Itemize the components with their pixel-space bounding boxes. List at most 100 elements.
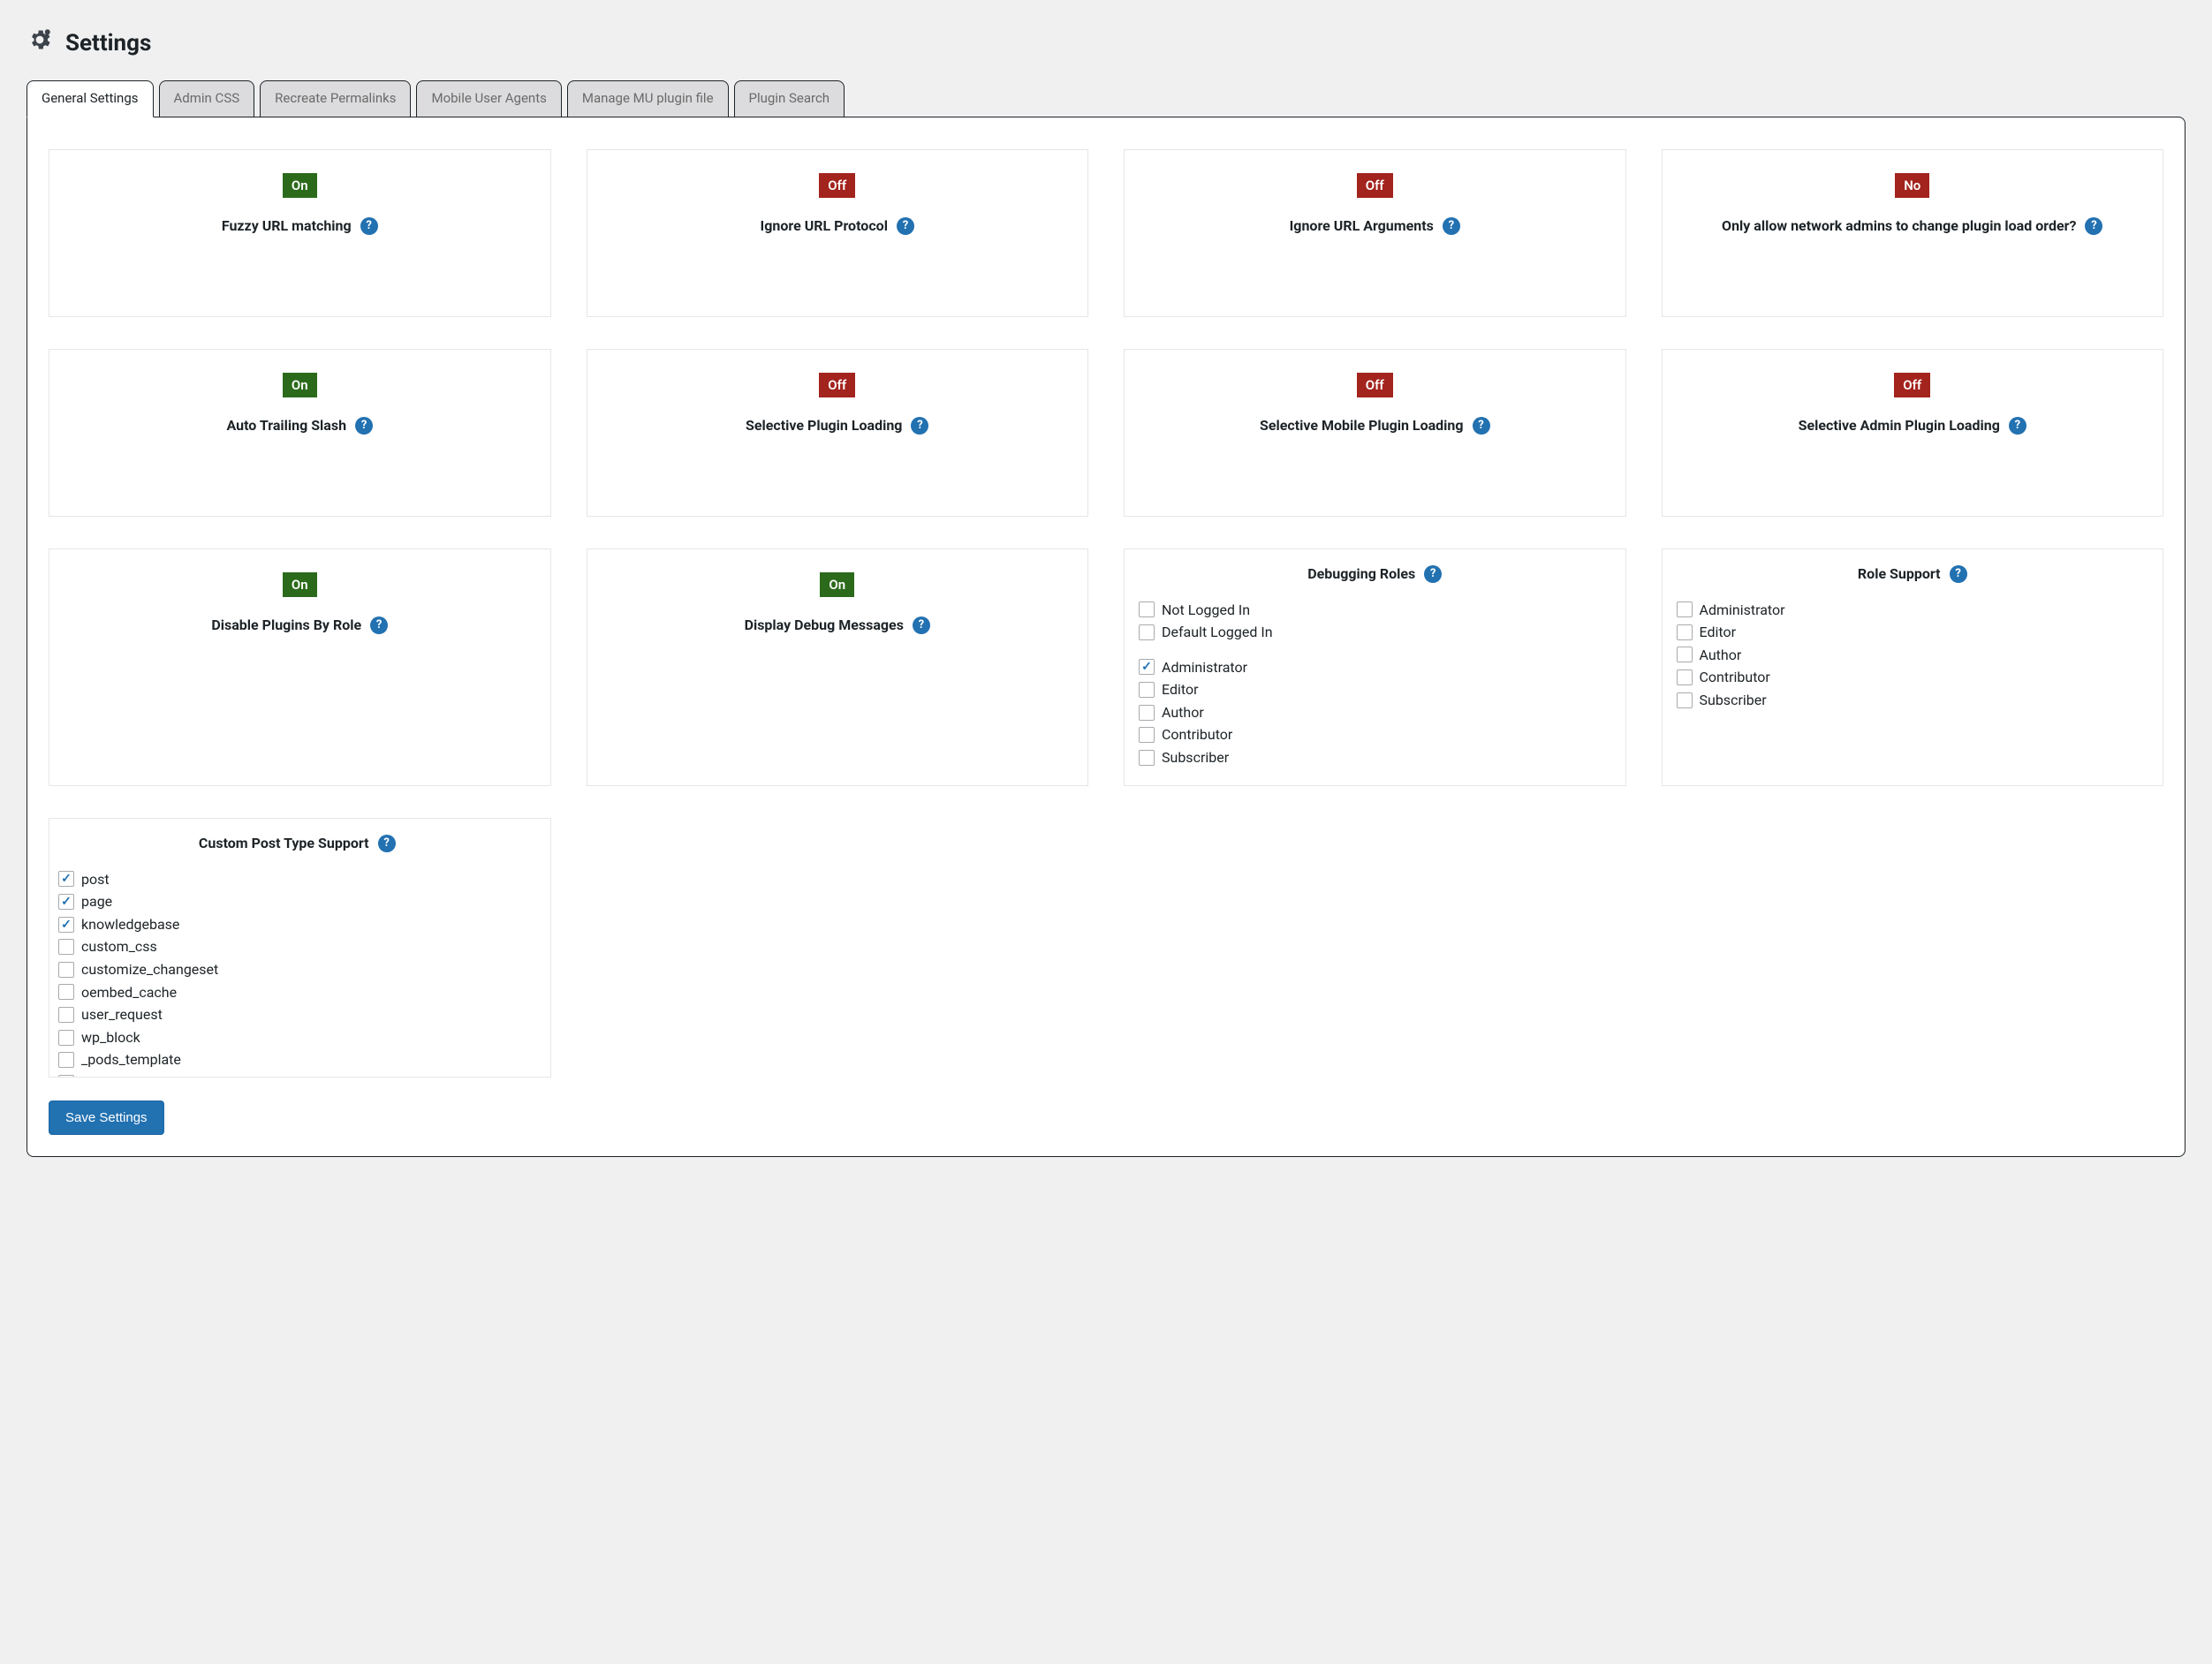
save-button[interactable]: Save Settings bbox=[49, 1101, 164, 1135]
checkbox[interactable] bbox=[1139, 705, 1155, 721]
checkbox[interactable] bbox=[58, 1030, 74, 1046]
toggle-card: On Fuzzy URL matching? bbox=[49, 149, 551, 317]
toggle-badge[interactable]: Off bbox=[1357, 173, 1393, 198]
toggle-badge[interactable]: No bbox=[1895, 173, 1929, 198]
tab-admin-css[interactable]: Admin CSS bbox=[159, 80, 255, 117]
list-item: Author bbox=[1139, 701, 1611, 724]
checkbox[interactable] bbox=[1677, 601, 1693, 617]
checkbox[interactable] bbox=[1139, 750, 1155, 766]
toggle-title: Ignore URL Arguments bbox=[1290, 217, 1434, 234]
page-title: Settings bbox=[65, 30, 151, 57]
tab-mobile-user-agents[interactable]: Mobile User Agents bbox=[416, 80, 561, 117]
list-item-label: nf_sub bbox=[81, 1071, 124, 1078]
toggle-title-row: Fuzzy URL matching? bbox=[65, 217, 534, 235]
list-item: Contributor bbox=[1139, 723, 1611, 746]
list-item: user_request bbox=[58, 1003, 536, 1026]
list-item: custom_css bbox=[58, 935, 536, 958]
help-icon[interactable]: ? bbox=[378, 835, 396, 852]
list-item: ✓post bbox=[58, 868, 536, 891]
checkbox[interactable] bbox=[1139, 727, 1155, 743]
card-title: Role Support bbox=[1858, 565, 1941, 582]
checkbox[interactable] bbox=[58, 1075, 74, 1078]
checkbox[interactable] bbox=[58, 939, 74, 955]
checkbox[interactable] bbox=[1139, 682, 1155, 698]
toggle-title: Display Debug Messages bbox=[745, 616, 904, 633]
toggle-title-row: Selective Mobile Plugin Loading? bbox=[1140, 417, 1610, 435]
help-icon[interactable]: ? bbox=[1473, 417, 1490, 435]
toggle-title: Only allow network admins to change plug… bbox=[1722, 217, 2076, 234]
card-title-row: Custom Post Type Support? bbox=[58, 835, 536, 852]
checkbox[interactable] bbox=[58, 962, 74, 978]
list-item: Default Logged In bbox=[1139, 621, 1611, 644]
list-item-label: _pods_template bbox=[81, 1048, 181, 1071]
help-icon[interactable]: ? bbox=[913, 616, 930, 634]
list-item-label: oembed_cache bbox=[81, 981, 177, 1004]
help-icon[interactable]: ? bbox=[1950, 565, 1967, 583]
list-item-label: Administrator bbox=[1700, 599, 1785, 622]
checkbox[interactable] bbox=[1677, 624, 1693, 640]
checkbox[interactable]: ✓ bbox=[58, 894, 74, 910]
toggle-badge[interactable]: Off bbox=[1894, 373, 1930, 397]
toggle-badge[interactable]: Off bbox=[1357, 373, 1393, 397]
help-icon[interactable]: ? bbox=[1443, 217, 1460, 235]
toggle-title-row: Display Debug Messages? bbox=[603, 616, 1072, 634]
card-title-row: Role Support? bbox=[1677, 565, 2149, 583]
list-item: ✓ knowledgebase bbox=[58, 913, 536, 936]
checkbox[interactable]: ✓ bbox=[58, 871, 74, 887]
help-icon[interactable]: ? bbox=[355, 417, 373, 435]
list-item: customize_changeset bbox=[58, 958, 536, 981]
help-icon[interactable]: ? bbox=[2085, 217, 2102, 235]
list-item-label: Subscriber bbox=[1700, 689, 1767, 712]
toggle-title-row: Selective Admin Plugin Loading? bbox=[1678, 417, 2148, 435]
toggle-badge[interactable]: Off bbox=[819, 173, 855, 198]
tab-recreate-permalinks[interactable]: Recreate Permalinks bbox=[260, 80, 411, 117]
list-item: ✓Administrator bbox=[1139, 656, 1611, 679]
tab-general-settings[interactable]: General Settings bbox=[27, 80, 154, 117]
help-icon[interactable]: ? bbox=[2009, 417, 2026, 435]
tab-plugin-search[interactable]: Plugin Search bbox=[734, 80, 845, 117]
help-icon[interactable]: ? bbox=[370, 616, 388, 634]
checkbox[interactable] bbox=[1677, 692, 1693, 708]
list-item-label: Editor bbox=[1700, 621, 1736, 644]
list-item: nf_sub bbox=[58, 1071, 536, 1078]
help-icon[interactable]: ? bbox=[1424, 565, 1442, 583]
help-icon[interactable]: ? bbox=[897, 217, 914, 235]
checkbox[interactable]: ✓ bbox=[58, 917, 74, 933]
toggle-title: Disable Plugins By Role bbox=[211, 616, 361, 633]
list-item-label: Contributor bbox=[1162, 723, 1232, 746]
checkbox[interactable] bbox=[1139, 601, 1155, 617]
toggle-card: OnAuto Trailing Slash? bbox=[49, 349, 551, 517]
list-item: Not Logged In bbox=[1139, 599, 1611, 622]
help-icon[interactable]: ? bbox=[911, 417, 928, 435]
list-item: wp_block bbox=[58, 1026, 536, 1049]
checkbox[interactable] bbox=[58, 984, 74, 1000]
card-title: Custom Post Type Support bbox=[199, 835, 369, 851]
toggle-title: Selective Plugin Loading bbox=[746, 417, 902, 434]
debugging-roles-card: Debugging Roles?Not Logged InDefault Log… bbox=[1124, 548, 1626, 786]
toggle-badge[interactable]: Off bbox=[819, 373, 855, 397]
toggle-card: Off Selective Mobile Plugin Loading? bbox=[1124, 349, 1626, 517]
toggle-badge[interactable]: On bbox=[283, 373, 317, 397]
list-item-label: Subscriber bbox=[1162, 746, 1229, 769]
list-item-label: knowledgebase bbox=[81, 913, 179, 936]
list-item: Editor bbox=[1139, 678, 1611, 701]
tab-manage-mu-plugin-file[interactable]: Manage MU plugin file bbox=[567, 80, 729, 117]
checkbox[interactable] bbox=[58, 1007, 74, 1023]
list-item-label: customize_changeset bbox=[81, 958, 218, 981]
checkbox[interactable] bbox=[1677, 669, 1693, 685]
checkbox[interactable]: ✓ bbox=[1139, 659, 1155, 675]
toggle-title-row: Selective Plugin Loading? bbox=[603, 417, 1072, 435]
list-item: _pods_template bbox=[58, 1048, 536, 1071]
checkbox[interactable] bbox=[58, 1052, 74, 1068]
checkbox[interactable] bbox=[1139, 624, 1155, 640]
tabs: General SettingsAdmin CSSRecreate Permal… bbox=[27, 80, 2185, 117]
toggle-badge[interactable]: On bbox=[283, 173, 317, 198]
role-support-card: Role Support?AdministratorEditorAuthorCo… bbox=[1662, 548, 2164, 786]
toggle-badge[interactable]: On bbox=[820, 572, 854, 597]
toggle-title-row: Disable Plugins By Role? bbox=[65, 616, 534, 634]
help-icon[interactable]: ? bbox=[360, 217, 378, 235]
toggle-title: Ignore URL Protocol bbox=[761, 217, 888, 234]
checkbox[interactable] bbox=[1677, 647, 1693, 662]
toggle-title: Selective Mobile Plugin Loading bbox=[1260, 417, 1464, 434]
toggle-badge[interactable]: On bbox=[283, 572, 317, 597]
